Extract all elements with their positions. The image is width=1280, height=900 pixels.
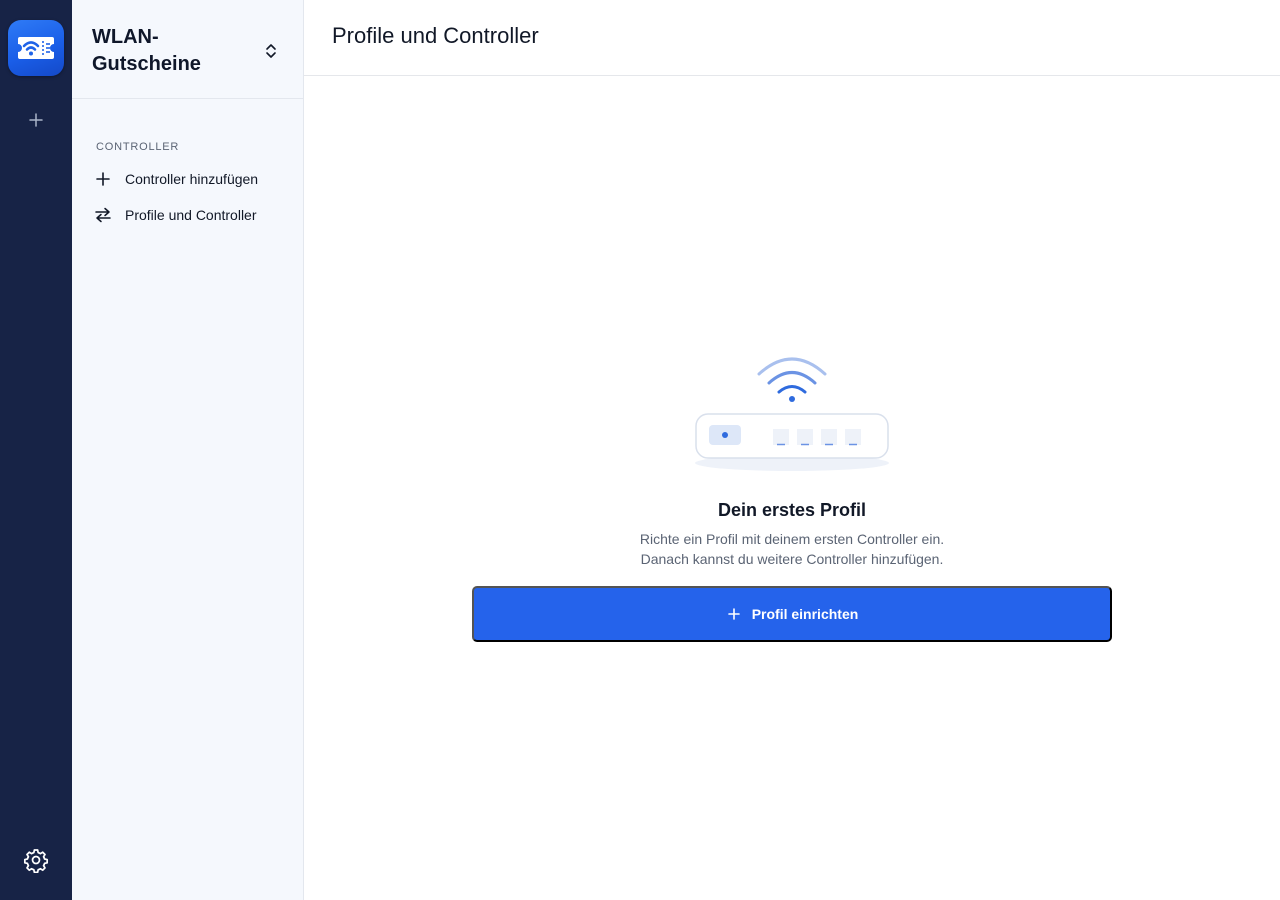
gear-icon[interactable] [22, 846, 50, 874]
setup-profile-button[interactable]: Profil einrichten [472, 586, 1112, 642]
sidebar-header: WLAN-Gutscheine [72, 0, 303, 99]
sidebar-item-profiles-controllers[interactable]: Profile und Controller [92, 201, 287, 229]
empty-state-heading: Dein erstes Profil [717, 500, 867, 520]
router-wifi-icon [692, 350, 892, 476]
profile-title: WLAN-Gutscheine [92, 26, 201, 75]
plus-icon [726, 606, 742, 622]
chevron-up-down-icon[interactable] [260, 40, 282, 62]
add-icon[interactable] [24, 108, 48, 132]
setup-profile-button-label: Profil einrichten [751, 606, 859, 622]
app-rail [0, 0, 72, 900]
sidebar-item-add-controller[interactable]: Controller hinzufügen [92, 165, 287, 193]
main-header: Profile und Controller [304, 0, 1280, 76]
plus-icon [92, 168, 114, 190]
wifi-voucher-icon[interactable] [8, 20, 64, 76]
sidebar-item-label: Controller hinzufügen [125, 171, 259, 187]
page-title: Profile und Controller [332, 23, 539, 48]
sidebar: WLAN-Gutscheine CONTROLLER Controller hi… [72, 0, 304, 900]
sidebar-item-label: Profile und Controller [125, 207, 257, 223]
swap-arrows-icon [92, 204, 114, 226]
empty-state-description-line: Richte ein Profil mit deinem ersten Cont… [639, 531, 945, 547]
empty-state-description-line: Danach kannst du weitere Controller hinz… [640, 551, 944, 567]
section-label-controller: CONTROLLER [96, 141, 180, 153]
empty-state-description: Richte ein Profil mit deinem ersten Cont… [304, 529, 1280, 569]
main-content: Profile und Controller Dein erstes Profi… [304, 0, 1280, 900]
